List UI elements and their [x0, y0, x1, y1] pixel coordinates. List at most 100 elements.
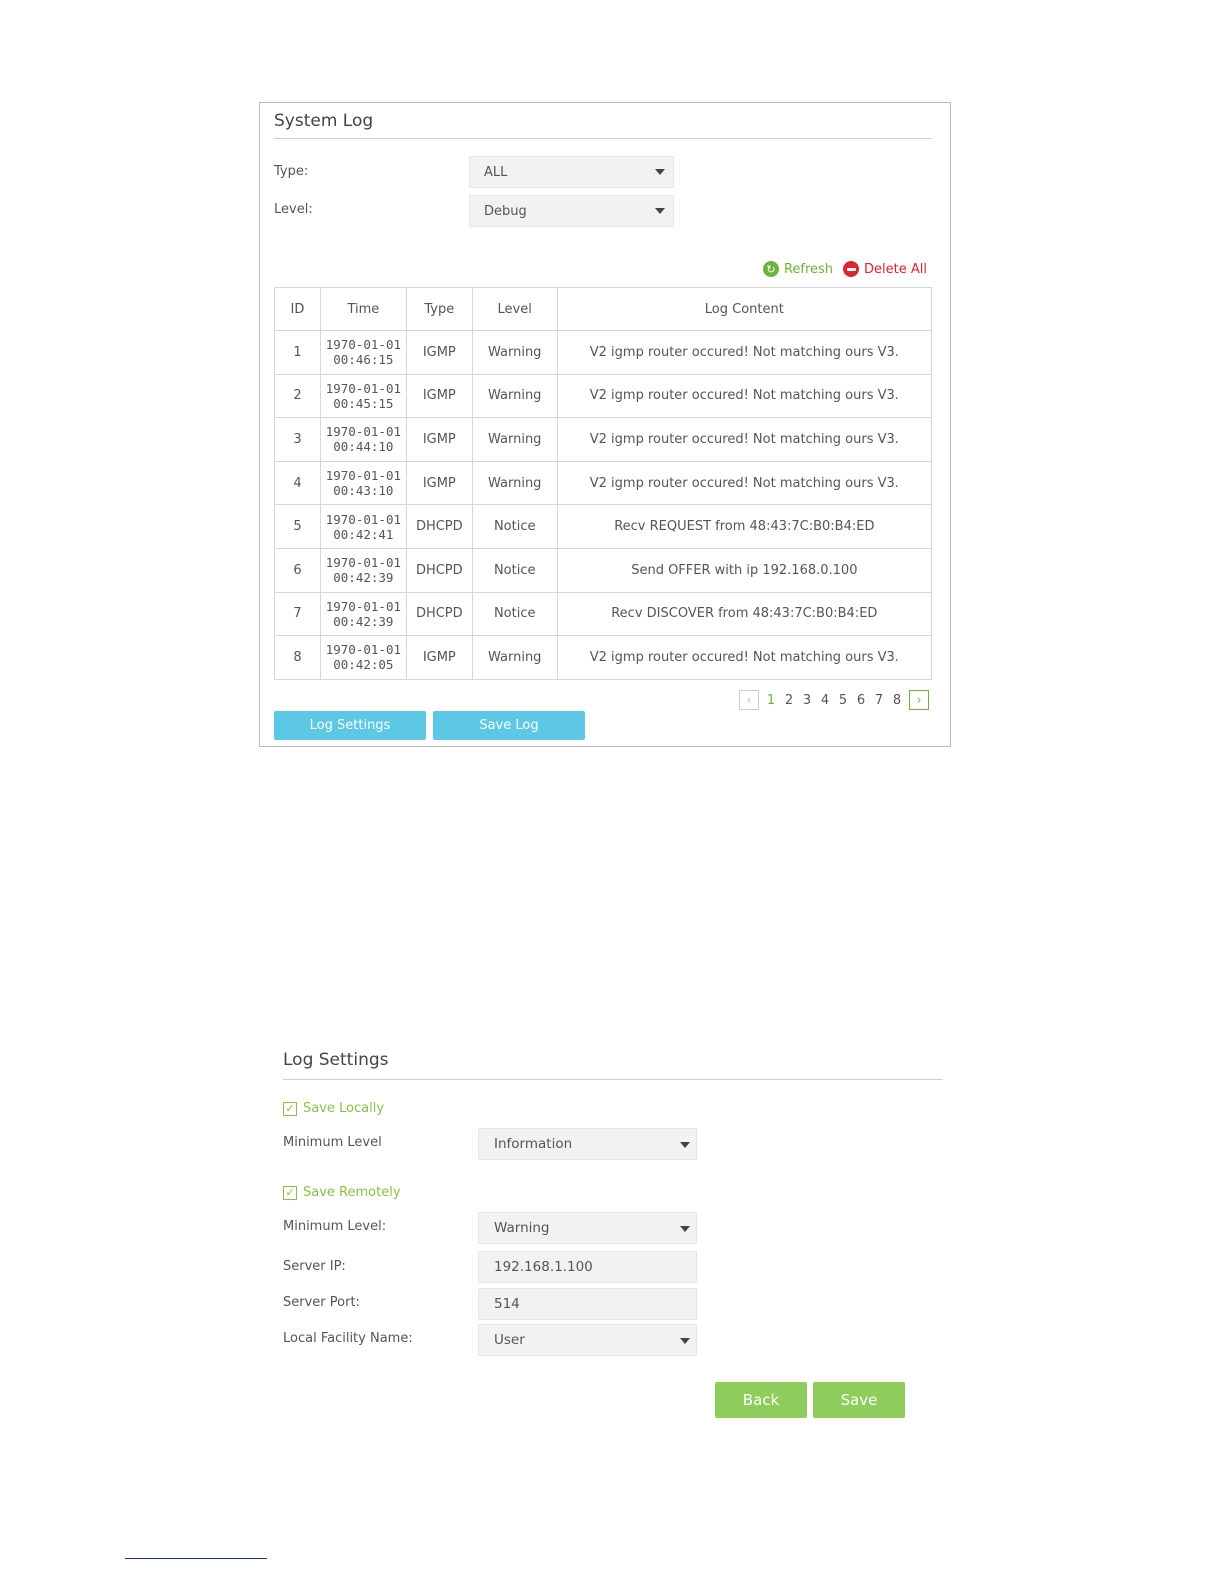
cell-clock: 00:42:39: [333, 613, 394, 629]
cell-content: V2 igmp router occured! Not matching our…: [556, 635, 933, 680]
system-log-panel: System Log Type: ALL Level: Debug ↻ Refr…: [259, 102, 951, 747]
delete-all-button[interactable]: Delete All: [843, 261, 927, 277]
remote-min-level-value: Warning: [494, 1220, 550, 1236]
save-log-button[interactable]: Save Log: [433, 711, 585, 740]
column-header-time: Time: [319, 287, 407, 331]
cell-type: IGMP: [405, 373, 473, 419]
chevron-left-icon[interactable]: ‹: [739, 690, 759, 710]
facility-select[interactable]: User: [478, 1324, 697, 1356]
cell-type: IGMP: [405, 330, 473, 375]
cell-content: Send OFFER with ip 192.168.0.100: [556, 547, 933, 593]
refresh-icon: ↻: [762, 261, 779, 277]
cell-date: 1970-01-01: [325, 380, 401, 396]
refresh-label: Refresh: [783, 261, 834, 277]
chevron-down-icon: [655, 208, 665, 214]
table-row: 6 1970-01-01 00:42:39 DHCPD Notice Send O…: [274, 547, 933, 593]
server-port-value: 514: [494, 1296, 520, 1312]
cell-date: 1970-01-01: [325, 424, 401, 440]
cell-type: IGMP: [405, 417, 473, 462]
cell-id: 1: [274, 330, 321, 375]
cell-content: Recv DISCOVER from 48:43:7C:B0:B4:ED: [556, 591, 933, 637]
page-link[interactable]: 2: [780, 693, 798, 708]
server-port-input[interactable]: 514: [478, 1288, 697, 1320]
column-header-type: Type: [405, 287, 473, 331]
table-row: 7 1970-01-01 00:42:39 DHCPD Notice Recv D…: [274, 591, 933, 637]
cell-level: Notice: [471, 591, 558, 637]
server-ip-value: 192.168.1.100: [494, 1259, 593, 1275]
remote-min-level-label: Minimum Level:: [283, 1219, 387, 1234]
chevron-right-icon[interactable]: ›: [909, 690, 929, 710]
cell-level: Warning: [471, 460, 558, 506]
save-locally-checkbox[interactable]: ✓ Save Locally: [283, 1101, 384, 1116]
table-row: 1 1970-01-01 00:46:15 IGMP Warning V2 igm…: [274, 330, 933, 375]
table-row: 3 1970-01-01 00:44:10 IGMP Warning V2 igm…: [274, 417, 933, 462]
page-link[interactable]: 8: [888, 693, 906, 708]
remote-min-level-select[interactable]: Warning: [478, 1212, 697, 1244]
cell-id: 4: [274, 460, 321, 506]
level-select-value: Debug: [484, 203, 527, 219]
page-link[interactable]: 7: [870, 693, 888, 708]
page-link[interactable]: 4: [816, 693, 834, 708]
type-select-value: ALL: [484, 164, 508, 180]
cell-time: 1970-01-01 00:42:05: [319, 635, 407, 680]
cell-time: 1970-01-01 00:45:15: [319, 373, 407, 419]
cell-time: 1970-01-01 00:42:39: [319, 591, 407, 637]
cell-clock: 00:46:15: [333, 352, 394, 368]
cell-clock: 00:42:05: [333, 657, 394, 673]
save-button[interactable]: Save: [813, 1382, 905, 1418]
cell-level: Notice: [471, 504, 558, 549]
server-port-label: Server Port:: [283, 1295, 360, 1310]
cell-type: DHCPD: [405, 591, 473, 637]
chevron-down-icon: [655, 169, 665, 175]
checkbox-checked-icon: ✓: [283, 1101, 297, 1116]
cell-id: 8: [274, 635, 321, 680]
type-select[interactable]: ALL: [469, 156, 674, 188]
back-button[interactable]: Back: [715, 1382, 807, 1418]
pagination: ‹ 1 2 3 4 5 6 7 8 ›: [736, 690, 932, 710]
cell-date: 1970-01-01: [325, 598, 401, 614]
log-settings-button[interactable]: Log Settings: [274, 711, 426, 740]
cell-date: 1970-01-01: [325, 511, 401, 527]
cell-content: V2 igmp router occured! Not matching our…: [556, 330, 933, 375]
column-header-id: ID: [274, 287, 321, 331]
table-row: 8 1970-01-01 00:42:05 IGMP Warning V2 igm…: [274, 635, 933, 680]
page-link[interactable]: 5: [834, 693, 852, 708]
log-table-header: ID Time Type Level Log Content: [274, 287, 933, 331]
local-min-level-value: Information: [494, 1136, 573, 1152]
server-ip-input[interactable]: 192.168.1.100: [478, 1251, 697, 1283]
facility-label: Local Facility Name:: [283, 1331, 413, 1346]
cell-type: IGMP: [405, 460, 473, 506]
chevron-down-icon: [680, 1338, 690, 1344]
chevron-down-icon: [680, 1142, 690, 1148]
cell-type: DHCPD: [405, 547, 473, 593]
table-row: 5 1970-01-01 00:42:41 DHCPD Notice Recv R…: [274, 504, 933, 549]
cell-content: Recv REQUEST from 48:43:7C:B0:B4:ED: [556, 504, 933, 549]
cell-content: V2 igmp router occured! Not matching our…: [556, 417, 933, 462]
local-min-level-label: Minimum Level: [283, 1135, 382, 1150]
save-remotely-checkbox[interactable]: ✓ Save Remotely: [283, 1185, 401, 1200]
cell-type: DHCPD: [405, 504, 473, 549]
level-select[interactable]: Debug: [469, 195, 674, 227]
type-label: Type:: [274, 164, 309, 179]
refresh-button[interactable]: ↻ Refresh: [762, 261, 834, 277]
cell-clock: 00:42:41: [333, 526, 394, 542]
page-link[interactable]: 3: [798, 693, 816, 708]
cell-id: 5: [274, 504, 321, 549]
cell-level: Warning: [471, 330, 558, 375]
local-min-level-select[interactable]: Information: [478, 1128, 697, 1160]
cell-id: 7: [274, 591, 321, 637]
page-link[interactable]: 1: [762, 693, 780, 708]
server-ip-label: Server IP:: [283, 1259, 346, 1274]
chevron-down-icon: [680, 1226, 690, 1232]
log-settings-title: Log Settings: [283, 1050, 943, 1080]
table-row: 2 1970-01-01 00:45:15 IGMP Warning V2 igm…: [274, 373, 933, 419]
cell-clock: 00:42:39: [333, 570, 394, 586]
page-link[interactable]: 6: [852, 693, 870, 708]
delete-all-label: Delete All: [864, 261, 927, 277]
cell-level: Warning: [471, 417, 558, 462]
cell-date: 1970-01-01: [325, 555, 401, 571]
cell-id: 3: [274, 417, 321, 462]
cell-level: Notice: [471, 547, 558, 593]
save-locally-label: Save Locally: [303, 1101, 385, 1116]
footnote-divider: [125, 1558, 267, 1559]
